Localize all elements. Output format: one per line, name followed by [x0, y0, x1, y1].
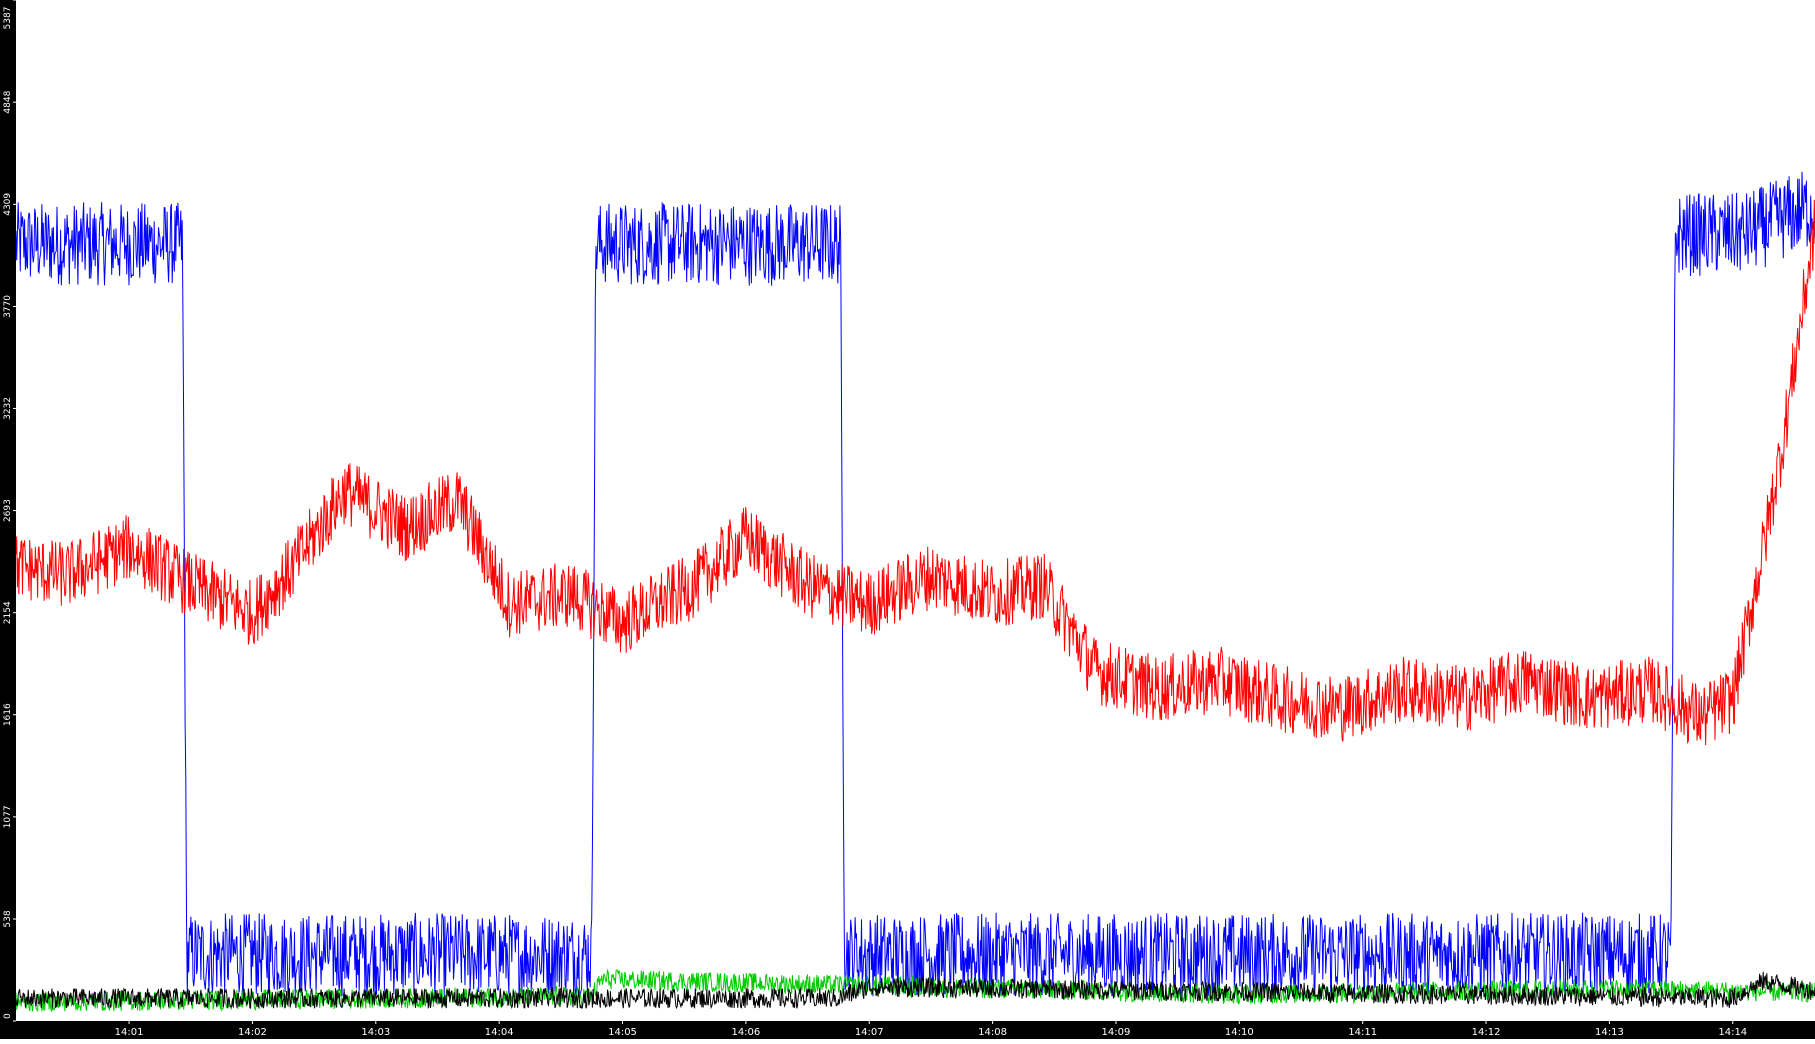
y-tick-label: 2154	[3, 601, 13, 624]
x-tick-label: 14:06	[731, 1027, 760, 1038]
y-tick-label: 4309	[3, 193, 13, 216]
y-tick-label: 1616	[3, 703, 13, 726]
y-tick-label: 1077	[3, 805, 13, 828]
x-tick-label: 14:10	[1225, 1027, 1254, 1038]
x-tick-label: 14:08	[978, 1027, 1007, 1038]
x-tick-label: 14:12	[1472, 1027, 1501, 1038]
y-tick-label: 538	[3, 910, 13, 927]
x-tick-label: 14:07	[855, 1027, 884, 1038]
x-tick-label: 14:01	[115, 1027, 144, 1038]
x-tick-label: 14:13	[1595, 1027, 1624, 1038]
plot-background	[0, 0, 1815, 1039]
chart-svg: 0 538 1077 1616 2154 2693 3232 3770 4309 4848 5387…	[0, 0, 1815, 1039]
line-chart: 0 538 1077 1616 2154 2693 3232 3770 4309 4848 5387…	[0, 0, 1815, 1039]
y-tick-label: 3770	[3, 295, 13, 318]
x-tick-label: 14:03	[361, 1027, 390, 1038]
y-tick-label: 2693	[3, 499, 13, 522]
x-tick-label: 14:05	[608, 1027, 637, 1038]
x-tick-label: 14:09	[1102, 1027, 1131, 1038]
y-tick-label: 3232	[3, 397, 13, 420]
x-tick-label: 14:14	[1718, 1027, 1747, 1038]
y-tick-label: 5387	[3, 7, 13, 30]
y-tick-label: 0	[3, 1013, 13, 1019]
x-tick-label: 14:02	[238, 1027, 267, 1038]
x-axis-strip	[0, 1021, 1815, 1039]
x-tick-label: 14:04	[485, 1027, 514, 1038]
y-tick-label: 4848	[3, 90, 13, 113]
x-tick-label: 14:11	[1348, 1027, 1377, 1038]
